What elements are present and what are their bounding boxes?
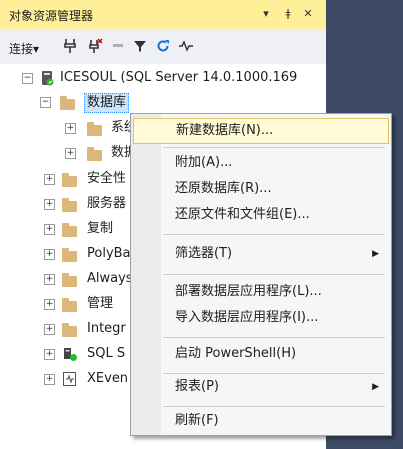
tree-node-sql-server-agent[interactable]: + SQL S — [0, 342, 130, 366]
tree-node-label: 安全性 — [87, 171, 127, 186]
folder-icon — [87, 147, 102, 161]
tree-node-label: 复制 — [87, 221, 114, 236]
object-explorer-toolbar: 连接▾ — [0, 29, 326, 65]
menu-item-label: 还原数据库(R)... — [175, 181, 272, 196]
folder-icon — [60, 96, 75, 110]
tree-node-system-databases[interactable]: + 系统 — [0, 116, 137, 140]
tree-node-server[interactable]: − ICESOUL (SQL Server 14.0.1000.169 — [0, 66, 326, 90]
menu-item-attach[interactable]: 附加(A)... — [133, 151, 389, 175]
panel-title: 对象资源管理器 — [9, 9, 94, 23]
collapse-icon[interactable]: − — [40, 97, 51, 108]
expand-icon[interactable]: + — [65, 123, 76, 134]
tree-node-always-on[interactable]: + Always — [0, 267, 130, 291]
menu-item-label: 筛选器(T) — [175, 246, 233, 261]
folder-icon — [62, 273, 77, 287]
panel-title-bar: 对象资源管理器 ▾ ǂ ✕ — [0, 0, 326, 29]
menu-separator — [163, 406, 385, 407]
expand-icon[interactable]: + — [44, 274, 55, 285]
menu-item-reports[interactable]: 报表(P) ▶ — [133, 375, 389, 399]
menu-separator — [163, 337, 385, 338]
server-label: ICESOUL (SQL Server 14.0.1000.169 — [60, 70, 298, 85]
tree-node-management[interactable]: + 管理 — [0, 292, 130, 316]
close-icon[interactable]: ✕ — [300, 6, 316, 22]
folder-icon — [62, 248, 77, 262]
menu-item-label: 附加(A)... — [175, 155, 233, 170]
xevent-icon — [62, 371, 78, 387]
server-icon — [39, 70, 55, 86]
databases-label: 数据库 — [84, 93, 130, 113]
menu-item-import-data-tier[interactable]: 导入数据层应用程序(I)... — [133, 306, 389, 330]
disconnect-icon[interactable] — [87, 38, 103, 54]
connect-button[interactable]: 连接▾ — [9, 40, 39, 57]
expand-icon[interactable]: + — [44, 299, 55, 310]
expand-icon[interactable]: + — [44, 224, 55, 235]
menu-item-new-database[interactable]: 新建数据库(N)... — [133, 118, 389, 144]
folder-icon — [62, 198, 77, 212]
menu-item-restore-files[interactable]: 还原文件和文件组(E)... — [133, 203, 389, 227]
menu-item-label: 新建数据库(N)... — [176, 123, 274, 138]
menu-item-restore-database[interactable]: 还原数据库(R)... — [133, 177, 389, 201]
expand-icon[interactable]: + — [65, 148, 76, 159]
tree-node-databases[interactable]: − 数据库 — [0, 90, 326, 114]
menu-item-filter[interactable]: 筛选器(T) ▶ — [133, 242, 389, 266]
menu-item-label: 启动 PowerShell(H) — [175, 346, 297, 361]
expand-icon[interactable]: + — [44, 174, 55, 185]
expand-icon[interactable]: + — [44, 249, 55, 260]
agent-icon — [62, 346, 78, 362]
expand-icon[interactable]: + — [44, 324, 55, 335]
tree-node-database-snapshots[interactable]: + 数据 — [0, 141, 137, 165]
menu-separator — [163, 274, 385, 275]
menu-item-deploy-data-tier[interactable]: 部署数据层应用程序(L)... — [133, 280, 389, 304]
submenu-arrow-icon: ▶ — [372, 382, 379, 392]
menu-item-label: 刷新(F) — [175, 413, 219, 428]
tree-node-label: SQL S — [87, 346, 126, 361]
expand-icon[interactable]: + — [44, 199, 55, 210]
menu-item-label: 部署数据层应用程序(L)... — [175, 284, 322, 299]
tree-node-security[interactable]: + 安全性 — [0, 167, 130, 191]
activity-icon[interactable] — [178, 38, 194, 54]
tree-node-label: XEven — [87, 371, 129, 386]
filter-icon[interactable] — [132, 38, 148, 54]
connect-icon[interactable] — [62, 38, 78, 54]
tree-node-label: Integr — [87, 321, 126, 336]
menu-separator — [163, 147, 385, 148]
tree-node-label: 服务器 — [87, 196, 127, 211]
tree-node-replication[interactable]: + 复制 — [0, 217, 130, 241]
menu-item-start-powershell[interactable]: 启动 PowerShell(H) — [133, 342, 389, 366]
context-menu: 新建数据库(N)... 附加(A)... 还原数据库(R)... 还原文件和文件… — [130, 113, 392, 436]
tree-node-label: 管理 — [87, 296, 114, 311]
stop-icon[interactable] — [110, 38, 126, 54]
tree-node-label: Always — [87, 271, 130, 286]
tree-node-polybase[interactable]: + PolyBase — [0, 242, 130, 266]
menu-item-refresh[interactable]: 刷新(F) — [133, 409, 389, 433]
refresh-icon[interactable] — [155, 38, 171, 54]
tree-node-server-objects[interactable]: + 服务器 — [0, 192, 130, 216]
tree-node-integration-services[interactable]: + Integr — [0, 317, 130, 341]
menu-separator — [163, 234, 385, 235]
window-position-icon[interactable]: ▾ — [258, 6, 274, 22]
collapse-icon[interactable]: − — [22, 73, 33, 84]
menu-item-label: 报表(P) — [175, 379, 219, 394]
auto-hide-pin-icon[interactable]: ǂ — [280, 6, 296, 22]
folder-icon — [62, 173, 77, 187]
folder-icon — [62, 323, 77, 337]
menu-item-label: 还原文件和文件组(E)... — [175, 207, 310, 222]
folder-icon — [87, 122, 102, 136]
menu-item-label: 导入数据层应用程序(I)... — [175, 310, 319, 325]
tree-node-xevent-profiler[interactable]: + XEven — [0, 367, 130, 391]
expand-icon[interactable]: + — [44, 349, 55, 360]
menu-separator — [163, 373, 385, 374]
submenu-arrow-icon: ▶ — [372, 249, 379, 259]
expand-icon[interactable]: + — [44, 374, 55, 385]
folder-icon — [62, 223, 77, 237]
tree-node-label: PolyBase — [87, 246, 130, 261]
folder-icon — [62, 298, 77, 312]
